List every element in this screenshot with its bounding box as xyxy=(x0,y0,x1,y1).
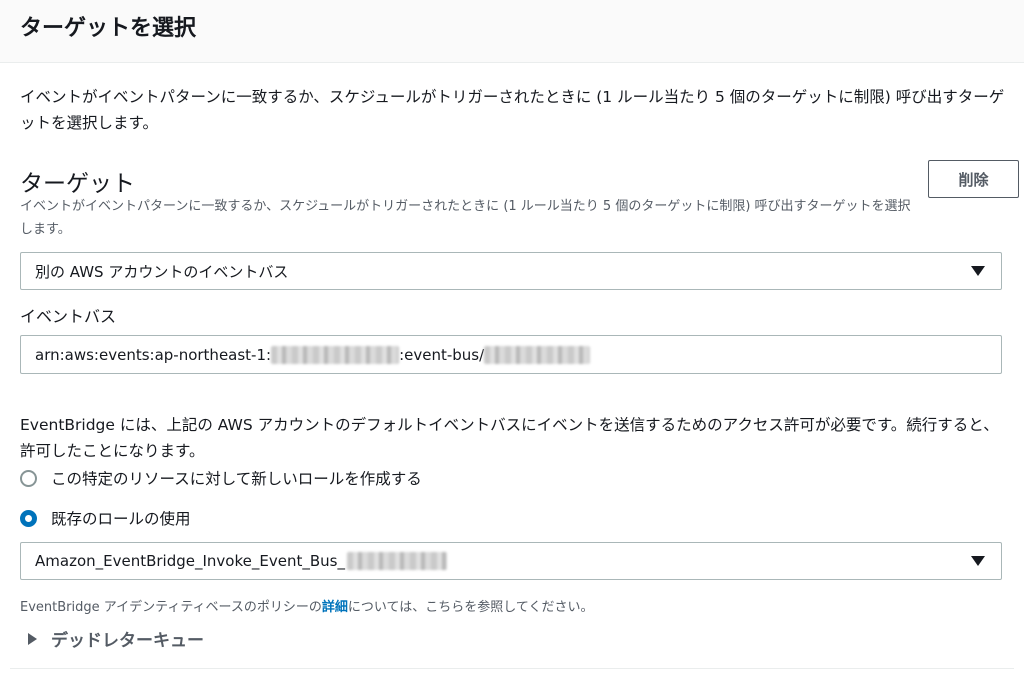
panel-intro: イベントがイベントパターンに一致するか、スケジュールがトリガーされたときに (1… xyxy=(20,88,1005,132)
redacted-account-id xyxy=(271,345,400,364)
event-bus-arn-input[interactable]: arn:aws:events:ap-northeast-1: :event-bu… xyxy=(20,335,1002,374)
radio-use-existing-role[interactable]: 既存のロールの使用 xyxy=(20,507,191,529)
details-link[interactable]: 詳細 xyxy=(322,600,348,615)
target-description: イベントがイベントパターンに一致するか、スケジュールがトリガーされたときに (1… xyxy=(20,199,911,237)
radio-button-icon[interactable] xyxy=(20,469,37,487)
dropdown-arrow-icon xyxy=(971,556,985,566)
dead-letter-queue-label: デッドレターキュー xyxy=(51,631,204,651)
dropdown-arrow-icon xyxy=(971,266,985,276)
event-bus-label: イベントバス xyxy=(20,307,117,326)
arn-prefix: arn:aws:events:ap-northeast-1: xyxy=(35,345,272,364)
policy-note: EventBridge アイデンティティベースのポリシーの詳細については、こちら… xyxy=(20,596,594,615)
divider xyxy=(10,668,1014,669)
role-value: Amazon_EventBridge_Invoke_Event_Bus_ xyxy=(35,552,345,570)
delete-button[interactable]: 削除 xyxy=(928,160,1019,198)
radio-create-new-role[interactable]: この特定のリソースに対して新しいロールを作成する xyxy=(20,467,422,489)
radio-label: この特定のリソースに対して新しいロールを作成する xyxy=(51,470,422,488)
redacted-bus-name xyxy=(484,345,591,364)
target-heading: ターゲット xyxy=(20,171,135,197)
permission-text: EventBridge には、上記の AWS アカウントのデフォルトイベントバス… xyxy=(20,416,999,460)
caret-right-icon xyxy=(28,632,37,645)
panel-title: ターゲットを選択 xyxy=(20,16,197,41)
radio-button-checked-icon[interactable] xyxy=(20,509,37,527)
redacted-role-suffix xyxy=(346,552,447,570)
radio-label: 既存のロールの使用 xyxy=(51,510,191,528)
dead-letter-queue-toggle[interactable]: デッドレターキュー xyxy=(28,626,204,651)
target-type-value: 別の AWS アカウントのイベントバス xyxy=(35,262,289,281)
panel-header: ターゲットを選択 xyxy=(0,0,1024,63)
policy-note-before: EventBridge アイデンティティベースのポリシーの xyxy=(20,600,322,615)
target-type-select[interactable]: 別の AWS アカウントのイベントバス xyxy=(20,252,1002,290)
policy-note-after: については、こちらを参照してください。 xyxy=(347,600,594,615)
arn-middle: :event-bus/ xyxy=(399,345,485,364)
existing-role-select[interactable]: Amazon_EventBridge_Invoke_Event_Bus_ xyxy=(20,542,1002,580)
